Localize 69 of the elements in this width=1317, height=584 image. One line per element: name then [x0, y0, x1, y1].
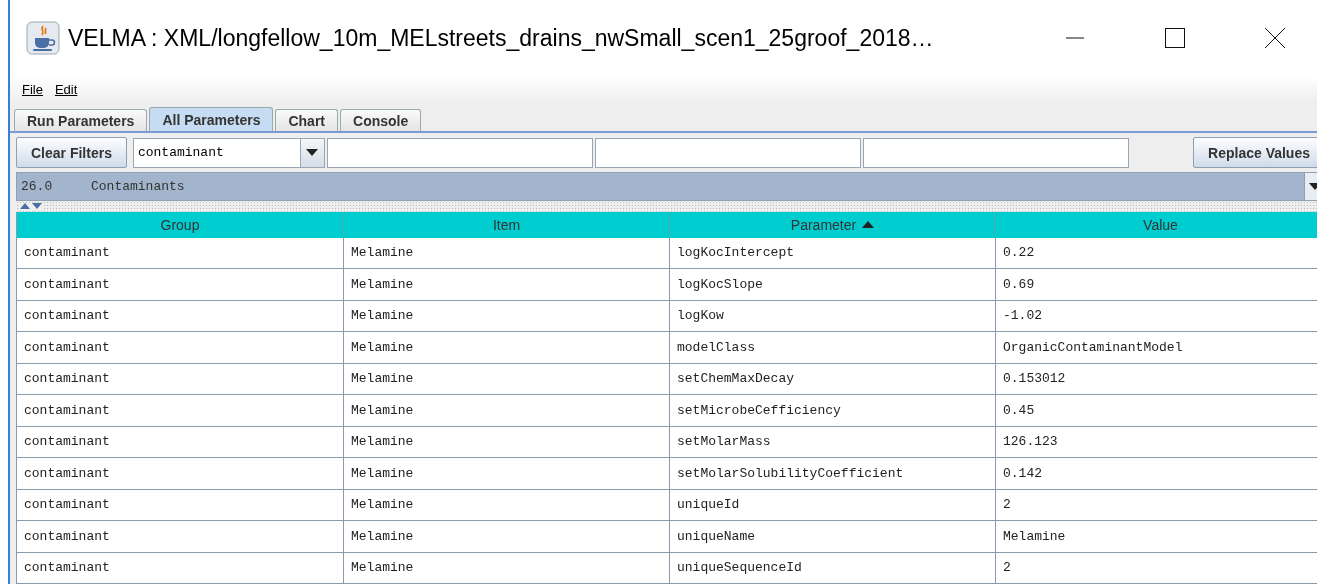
table-cell: Melamine: [344, 363, 670, 395]
table-cell: Melamine: [344, 426, 670, 458]
column-header[interactable]: Group: [17, 211, 344, 238]
table-cell: OrganicContaminantModel: [996, 332, 1317, 364]
coffee-cup-icon: [26, 21, 60, 55]
table-cell: 0.22: [996, 237, 1317, 269]
table-cell: Melamine: [344, 332, 670, 364]
menu-item[interactable]: File: [18, 81, 47, 97]
table-cell: Melamine: [344, 521, 670, 553]
table-cell: Melamine: [344, 552, 670, 584]
table-cell: contaminant: [17, 489, 344, 521]
table-cell: setMolarMass: [670, 426, 996, 458]
table-cell: 0.69: [996, 269, 1317, 301]
table-cell: Melamine: [344, 300, 670, 332]
table-cell: setMolarSolubilityCoefficient: [670, 458, 996, 490]
table-cell: Melamine: [344, 269, 670, 301]
filter-field[interactable]: [326, 137, 593, 168]
minimize-icon: [1066, 37, 1084, 39]
table-cell: contaminant: [17, 552, 344, 584]
table-cell: contaminant: [17, 363, 344, 395]
table-cell: setMicrobeCefficiency: [670, 395, 996, 427]
table-cell: 0.153012: [996, 363, 1317, 395]
close-icon: [1265, 28, 1285, 48]
table-cell: Melamine: [344, 237, 670, 269]
table-cell: logKow: [670, 300, 996, 332]
section-name: Contaminants: [91, 179, 185, 194]
menu-item[interactable]: Edit: [50, 81, 82, 97]
table-cell: uniqueSequenceId: [670, 552, 996, 584]
table-cell: logKocSlope: [670, 269, 996, 301]
table-cell: contaminant: [17, 269, 344, 301]
table-cell: 0.45: [996, 395, 1317, 427]
table-cell: modelClass: [670, 332, 996, 364]
tab[interactable]: Console: [340, 109, 422, 131]
table-cell: contaminant: [17, 521, 344, 553]
tab[interactable]: Run Parameters: [14, 109, 148, 131]
column-header[interactable]: Item: [344, 211, 670, 238]
filter-field[interactable]: [862, 137, 1129, 168]
table-cell: -1.02: [996, 300, 1317, 332]
table-cell: contaminant: [17, 332, 344, 364]
table-cell: contaminant: [17, 300, 344, 332]
table-cell: contaminant: [17, 426, 344, 458]
window-title: VELMA : XML/longfellow_10m_MELstreets_drains_nwSmall_scen1_25groof_2018…: [68, 24, 934, 52]
table-cell: contaminant: [17, 237, 344, 269]
table-cell: contaminant: [17, 395, 344, 427]
table-cell: logKocIntercept: [670, 237, 996, 269]
filter-dropdown[interactable]: contaminant: [132, 137, 325, 168]
table-cell: 2: [996, 552, 1317, 584]
filter-field[interactable]: [594, 137, 861, 168]
table-cell: 0.142: [996, 458, 1317, 490]
table-cell: Melamine: [344, 395, 670, 427]
maximize-icon: [1165, 28, 1185, 48]
splitter-arrows-icon[interactable]: [20, 203, 42, 210]
column-header[interactable]: Parameter: [670, 211, 996, 238]
table-cell: setChemMaxDecay: [670, 363, 996, 395]
table-cell: Melamine: [996, 521, 1317, 553]
clear-filters-button[interactable]: Clear Filters: [16, 137, 127, 168]
replace-values-button[interactable]: Replace Values: [1193, 137, 1317, 168]
tab[interactable]: All Parameters: [149, 107, 274, 131]
table-cell: contaminant: [17, 458, 344, 490]
column-header[interactable]: Value: [996, 211, 1317, 238]
table-cell: Melamine: [344, 458, 670, 490]
section-dropdown[interactable]: 26.0 Contaminants: [16, 172, 1317, 201]
table-cell: 126.123: [996, 426, 1317, 458]
table-cell: uniqueId: [670, 489, 996, 521]
table-cell: 2: [996, 489, 1317, 521]
section-number: 26.0: [21, 179, 54, 194]
table-cell: uniqueName: [670, 521, 996, 553]
table-cell: Melamine: [344, 489, 670, 521]
tab[interactable]: Chart: [275, 109, 338, 131]
